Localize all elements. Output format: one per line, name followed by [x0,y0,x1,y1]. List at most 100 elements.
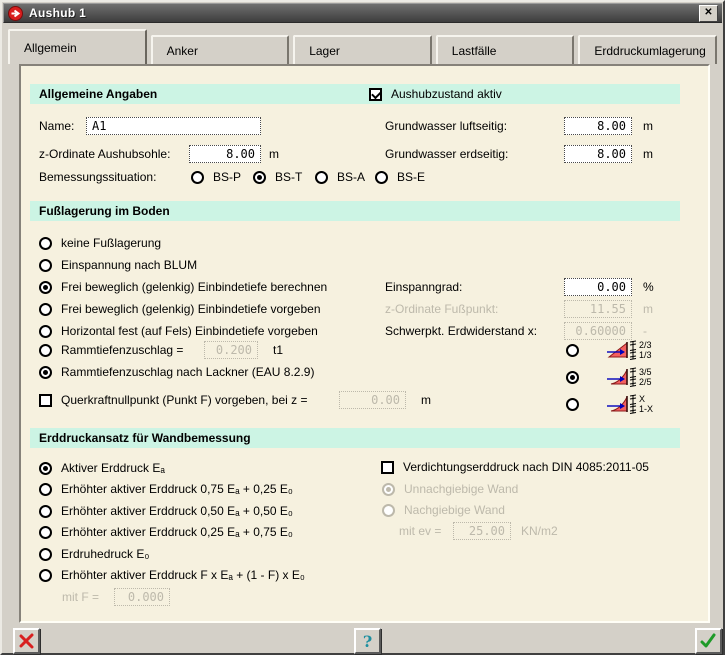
mitf-input: 0.000 [114,588,170,606]
ok-button[interactable] [695,628,722,654]
radio-lackner[interactable]: Rammtiefenzuschlag nach Lackner (EAU 8.2… [39,362,314,382]
radio-icon [382,504,395,517]
checkbox-box[interactable] [369,88,382,101]
radio-bs-a[interactable]: BS-A [315,167,365,187]
gw-luft-label: Grundwasser luftseitig: [385,116,507,136]
fusspunkt-label: z-Ordinate Fußpunkt: [385,299,498,319]
pressure-curve-icon [607,366,637,388]
gw-erd-input[interactable]: 8.00 [564,145,632,163]
einspanngrad-input[interactable]: 0.00 [564,278,632,296]
radio-einbindetiefe-vorgeben[interactable]: Frei beweglich (gelenkig) Einbindetiefe … [39,299,321,319]
app-icon [8,6,23,21]
section-title: Erddruckansatz für Wandbemessung [30,431,251,445]
help-question-icon: ? [363,632,372,651]
radio-einspannung-blum[interactable]: Einspannung nach BLUM [39,255,197,275]
radio-icon [382,483,395,496]
fraction-top: 2/3 [639,340,652,350]
tab-lager[interactable]: Lager [293,35,432,64]
z-sohle-input[interactable]: 8.00 [189,145,261,163]
radio-icon[interactable] [39,281,52,294]
name-input[interactable]: A1 [86,117,261,135]
radio-erhoeht-025[interactable]: Erhöhter aktiver Erddruck 0,25 Eₐ + 0,75… [39,522,293,542]
verdichtungserddruck-checkbox[interactable]: Verdichtungserddruck nach DIN 4085:2011-… [381,457,649,477]
radio-icon[interactable] [375,171,388,184]
cancel-button[interactable] [13,628,40,654]
radio-erdruhedruck[interactable]: Erdruhedruck E₀ [39,544,149,564]
schwerpkt-label: Schwerpkt. Erdwiderstand x: [385,321,537,341]
radio-erhoeht-075[interactable]: Erhöhter aktiver Erddruck 0,75 Eₐ + 0,25… [39,479,293,499]
radio-icon[interactable] [39,462,52,475]
fusspunkt-input: 11.55 [564,300,632,318]
radio-bs-p[interactable]: BS-P [191,167,241,187]
tab-bar: Allgemein Anker Lager Lastfälle Erddruck… [8,28,717,64]
pressure-triangle-icon [607,339,637,361]
aushubzustand-aktiv-checkbox[interactable]: Aushubzustand aktiv [369,87,502,101]
checkbox-box[interactable] [381,461,394,474]
fraction-top: X [639,394,653,404]
rammtiefenzuschlag-unit: t1 [273,340,283,360]
close-button[interactable]: ✕ [699,5,718,22]
radio-verteilung-x[interactable]: X 1-X [566,392,653,416]
radio-icon[interactable] [253,171,266,184]
rammtiefenzuschlag-input: 0.200 [204,341,258,359]
querkraftnullpunkt-checkbox[interactable]: Querkraftnullpunkt (Punkt F) vorgeben, b… [39,390,307,410]
radio-bs-t[interactable]: BS-T [253,167,302,187]
radio-erhoeht-050[interactable]: Erhöhter aktiver Erddruck 0,50 Eₐ + 0,50… [39,501,293,521]
tab-lastfaelle[interactable]: Lastfälle [436,35,575,64]
radio-icon[interactable] [566,371,579,384]
titlebar: Aushub 1 ✕ [3,3,722,23]
fraction-bottom: 2/5 [639,377,652,387]
section-title: Fußlagerung im Boden [30,204,170,218]
fraction-bottom: 1-X [639,404,653,414]
radio-keine-fusslagerung[interactable]: keine Fußlagerung [39,233,161,253]
querkraftnullpunkt-input: 0.00 [339,391,406,409]
section-header-erddruckansatz: Erddruckansatz für Wandbemessung [30,428,680,448]
help-button[interactable]: ? [354,628,381,654]
tab-erddruckumlagerung[interactable]: Erddruckumlagerung [578,35,717,64]
radio-verteilung-3-5[interactable]: 3/5 2/5 [566,365,652,389]
radio-icon[interactable] [566,344,579,357]
cancel-x-icon [19,633,35,649]
radio-horizontal-fest[interactable]: Horizontal fest (auf Fels) Einbindetiefe… [39,321,318,341]
gw-erd-unit: m [643,144,653,164]
checkbox-box[interactable] [39,394,52,407]
radio-icon[interactable] [191,171,204,184]
querkraftnullpunkt-unit: m [421,390,431,410]
radio-icon[interactable] [39,548,52,561]
radio-icon[interactable] [39,526,52,539]
z-sohle-unit: m [269,144,279,164]
gw-erd-label: Grundwasser erdseitig: [385,144,508,164]
section-header-allgemeine-angaben: Allgemeine Angaben Aushubzustand aktiv [30,84,680,104]
window-title: Aushub 1 [29,6,86,20]
radio-icon[interactable] [39,237,52,250]
radio-icon[interactable] [39,483,52,496]
close-icon: ✕ [704,8,712,18]
radio-icon[interactable] [39,366,52,379]
radio-icon[interactable] [566,398,579,411]
fusspunkt-unit: m [643,299,653,319]
radio-icon[interactable] [39,505,52,518]
radio-verteilung-2-3[interactable]: 2/3 1/3 [566,338,652,362]
bemessungssituation-label: Bemessungssituation: [39,167,156,187]
radio-icon[interactable] [39,259,52,272]
radio-icon[interactable] [39,325,52,338]
gw-luft-input[interactable]: 8.00 [564,117,632,135]
radio-icon[interactable] [39,303,52,316]
einspanngrad-label: Einspanngrad: [385,277,462,297]
radio-bs-e[interactable]: BS-E [375,167,425,187]
radio-icon[interactable] [39,344,52,357]
radio-aktiver-erddruck[interactable]: Aktiver Erddruck Eₐ [39,458,165,478]
radio-einbindetiefe-berechnen[interactable]: Frei beweglich (gelenkig) Einbindetiefe … [39,277,327,297]
radio-icon[interactable] [315,171,328,184]
radio-erhoeht-f[interactable]: Erhöhter aktiver Erddruck F x Eₐ + (1 - … [39,565,305,585]
main-panel: Allgemeine Angaben Aushubzustand aktiv N… [19,64,710,623]
mitev-input: 25.00 [453,522,511,540]
dialog-window: Aushub 1 ✕ Allgemein Anker Lager Lastfäl… [0,0,725,655]
radio-icon[interactable] [39,569,52,582]
tab-anker[interactable]: Anker [151,35,290,64]
fraction-bottom: 1/3 [639,350,652,360]
einspanngrad-unit: % [643,277,654,297]
radio-rammtiefenzuschlag[interactable]: Rammtiefenzuschlag = [39,340,183,360]
tab-allgemein[interactable]: Allgemein [8,29,147,64]
mitev-unit: KN/m2 [521,521,558,541]
